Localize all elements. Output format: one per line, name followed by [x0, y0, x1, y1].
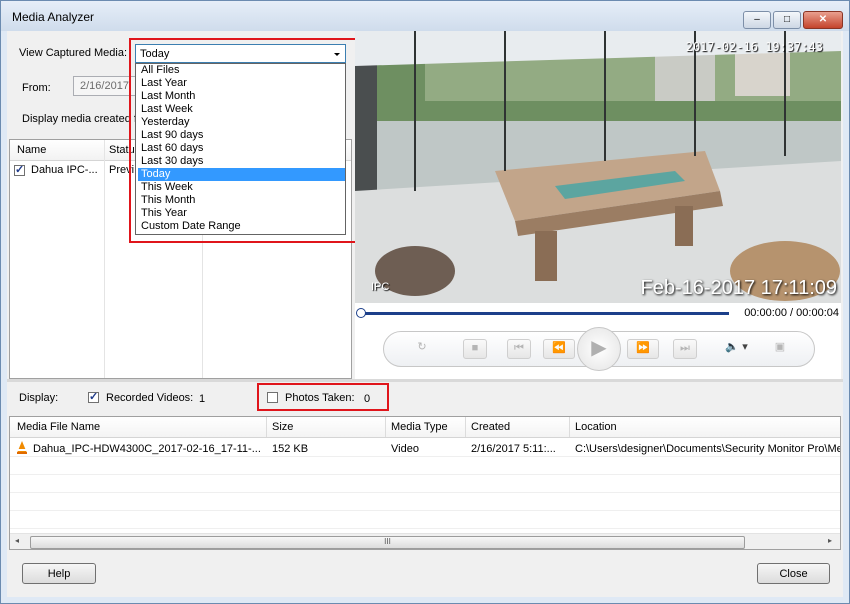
rewind-button[interactable]: ⏪: [543, 339, 575, 359]
empty-row: [10, 475, 840, 493]
column-divider: [465, 417, 466, 437]
empty-row: [10, 493, 840, 511]
rewind-icon: ⏪: [552, 342, 566, 354]
next-button[interactable]: ⏭: [673, 339, 697, 359]
media-size: 152 KB: [272, 443, 309, 455]
seek-slider[interactable]: [359, 312, 729, 315]
video-preview[interactable]: 2017-02-16 19:37:43 IPC Feb-16-2017 17:1…: [355, 31, 841, 303]
client-area: View Captured Media: Today From: 2/16/20…: [7, 31, 843, 597]
playback-controls: ↻ ■ ⏮ ⏪ ▶ ⏩ ⏭ 🔈 ▾ ▣: [355, 325, 841, 379]
help-button[interactable]: Help: [22, 563, 96, 584]
media-location: C:\Users\designer\Documents\Security Mon…: [575, 443, 841, 455]
video-overlay-timestamp: Feb-16-2017 17:11:09: [640, 277, 837, 299]
skip-back-icon: ⏮: [514, 342, 524, 354]
scroll-left-icon[interactable]: ◂: [15, 536, 19, 545]
fast-forward-icon: ⏩: [636, 342, 650, 354]
seek-bar-area: 00:00:00 / 00:00:04: [355, 303, 841, 325]
from-date-value: 2/16/2017: [80, 80, 129, 92]
title-bar: Media Analyzer ‒ □ ✕: [1, 1, 849, 31]
video-osd-timestamp: 2017-02-16 19:37:43: [685, 40, 823, 54]
stop-button[interactable]: ■: [463, 339, 487, 359]
annotation-box-filter: [129, 38, 359, 243]
chevron-down-icon: ▾: [742, 341, 748, 353]
media-type: Video: [391, 443, 419, 455]
column-divider: [569, 417, 570, 437]
display-created-label: Display media created fr: [22, 113, 141, 125]
refresh-icon: ↻: [417, 341, 427, 353]
play-button[interactable]: ▶: [577, 327, 621, 371]
empty-row: [10, 457, 840, 475]
refresh-button[interactable]: ↻: [411, 339, 433, 357]
volume-menu-button[interactable]: ▾: [739, 339, 751, 357]
recorded-videos-checkbox[interactable]: [88, 390, 99, 403]
play-icon: ▶: [591, 337, 607, 359]
column-location[interactable]: Location: [575, 421, 617, 433]
scroll-right-icon[interactable]: ▸: [828, 536, 832, 545]
annotation-box-photos: [257, 383, 389, 411]
media-results-panel: Display: Recorded Videos: 1 Photos Taken…: [7, 382, 843, 597]
seek-slider-handle[interactable]: [356, 308, 366, 318]
column-media-type[interactable]: Media Type: [391, 421, 448, 433]
display-label: Display:: [19, 392, 59, 404]
camera-snapshot-icon: ▣: [774, 341, 786, 353]
vlc-media-icon: [17, 441, 27, 454]
skip-forward-icon: ⏭: [680, 342, 690, 354]
media-file-name: Dahua_IPC-HDW4300C_2017-02-16_17-11-...: [33, 443, 261, 455]
close-icon: ✕: [818, 14, 828, 25]
column-created[interactable]: Created: [471, 421, 510, 433]
recorded-videos-label: Recorded Videos:: [106, 392, 194, 404]
media-created: 2/16/2017 5:11:...: [471, 443, 556, 455]
table-row[interactable]: Dahua_IPC-HDW4300C_2017-02-16_17-11-... …: [10, 439, 840, 457]
playback-time: 00:00:00 / 00:00:04: [744, 307, 839, 319]
speaker-icon: 🔈: [725, 341, 739, 353]
minimize-icon: ‒: [754, 14, 760, 25]
scrollbar-grip: III: [384, 537, 391, 546]
maximize-button[interactable]: □: [773, 11, 801, 29]
column-size[interactable]: Size: [272, 421, 293, 433]
from-label: From:: [22, 82, 51, 94]
recorded-videos-count: 1: [199, 393, 206, 405]
empty-row: [10, 511, 840, 529]
column-name[interactable]: Name: [17, 144, 46, 156]
close-button[interactable]: Close: [757, 563, 830, 584]
window-title: Media Analyzer: [12, 10, 95, 24]
camera-checkbox[interactable]: [14, 163, 25, 176]
camera-name: Dahua IPC-...: [31, 164, 98, 176]
from-date-field[interactable]: 2/16/2017: [73, 76, 137, 96]
horizontal-scrollbar[interactable]: ◂ III ▸: [10, 533, 840, 549]
column-divider: [266, 417, 267, 437]
column-divider: [385, 417, 386, 437]
snapshot-button[interactable]: ▣: [769, 339, 791, 357]
minimize-button[interactable]: ‒: [743, 11, 771, 29]
stop-icon: ■: [471, 342, 479, 354]
scrollbar-thumb[interactable]: III: [30, 536, 745, 549]
column-media-file-name[interactable]: Media File Name: [17, 421, 100, 433]
close-window-button[interactable]: ✕: [803, 11, 843, 29]
previous-button[interactable]: ⏮: [507, 339, 531, 359]
maximize-icon: □: [783, 14, 791, 25]
media-analyzer-window: Media Analyzer ‒ □ ✕ View Captured Media…: [0, 0, 850, 604]
media-table-header: Media File Name Size Media Type Created …: [10, 417, 840, 438]
video-frame-image: [355, 31, 841, 303]
media-table: Media File Name Size Media Type Created …: [9, 416, 841, 550]
view-captured-media-label: View Captured Media:: [19, 47, 128, 59]
video-osd-label: IPC: [371, 281, 390, 293]
fast-forward-button[interactable]: ⏩: [627, 339, 659, 359]
